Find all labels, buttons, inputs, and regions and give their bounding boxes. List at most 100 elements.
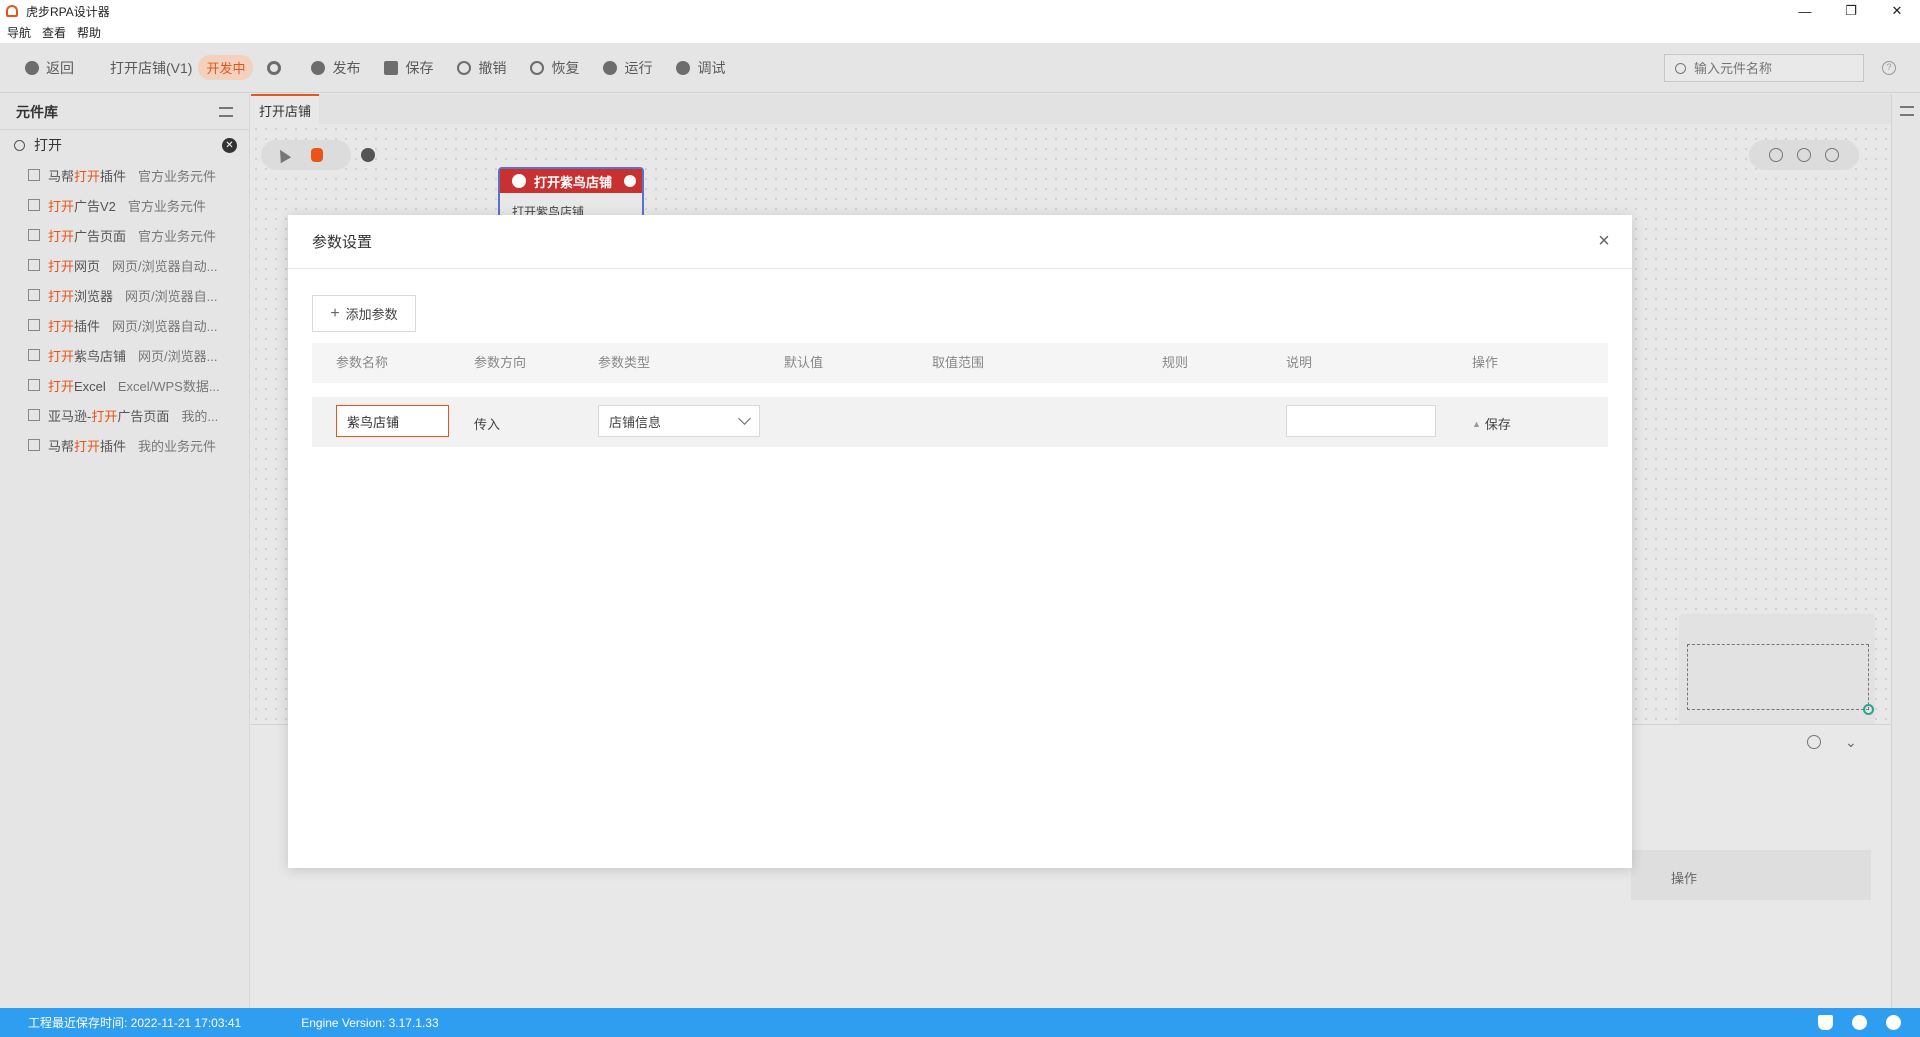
table-row: 传入 店铺信息 ▲ 保存 bbox=[312, 397, 1608, 447]
header-default-value: 默认值 bbox=[784, 355, 824, 370]
list-item[interactable]: 马帮打开插件 官方业务元件 bbox=[0, 160, 249, 190]
list-item[interactable]: 打开紫鸟店铺 网页/浏览器... bbox=[0, 340, 249, 370]
name-prefix: 亚马逊- bbox=[48, 408, 92, 424]
list-item[interactable]: 打开广告V2 官方业务元件 bbox=[0, 190, 249, 220]
project-settings-gear-icon[interactable] bbox=[267, 60, 282, 75]
back-label: 返回 bbox=[46, 59, 74, 76]
clear-search-icon[interactable]: ✕ bbox=[222, 138, 237, 153]
param-name-input[interactable] bbox=[336, 405, 449, 437]
back-button[interactable]: 返回 bbox=[25, 58, 74, 78]
debug-button[interactable]: 调试 bbox=[676, 58, 725, 78]
list-item[interactable]: 马帮打开插件 我的业务元件 bbox=[0, 430, 249, 460]
component-search-input[interactable] bbox=[1694, 60, 1854, 76]
component-name: 马帮打开插件 bbox=[48, 166, 126, 185]
header-param-direction: 参数方向 bbox=[474, 355, 527, 370]
back-arrow-icon bbox=[25, 60, 39, 75]
undo-label: 撤销 bbox=[478, 59, 507, 76]
header-value-range: 取值范围 bbox=[932, 355, 985, 370]
node-title: 打开紫鸟店铺 bbox=[534, 174, 613, 190]
param-type-value: 店铺信息 bbox=[609, 414, 662, 430]
library-search[interactable]: ✕ bbox=[0, 130, 249, 160]
name-suffix: 浏览器 bbox=[74, 288, 114, 304]
component-file-icon bbox=[28, 349, 40, 361]
help-icon[interactable] bbox=[1852, 1015, 1867, 1030]
param-direction: 传入 bbox=[474, 417, 501, 432]
list-item[interactable]: 打开插件 网页/浏览器自动... bbox=[0, 310, 249, 340]
project-name: 打开店铺(V1) bbox=[110, 59, 193, 76]
tab-open-store[interactable]: 打开店铺 bbox=[251, 94, 320, 124]
component-name: 打开网页 bbox=[48, 256, 100, 275]
name-suffix: 插件 bbox=[100, 168, 127, 184]
fit-view-icon[interactable] bbox=[1825, 148, 1839, 162]
name-highlight: 打开 bbox=[48, 378, 75, 394]
zoom-in-icon[interactable] bbox=[1797, 148, 1811, 162]
save-button[interactable]: 保存 bbox=[384, 58, 433, 78]
menu-help[interactable]: 帮助 bbox=[77, 24, 101, 41]
help-icon[interactable]: ? bbox=[1882, 61, 1896, 75]
debug-icon bbox=[676, 60, 691, 75]
toolbar: 返回 打开店铺(V1) 开发中 发布 保存 撤销 恢复 运行 调试 输入元件名称… bbox=[0, 43, 1920, 93]
compass-icon[interactable] bbox=[1807, 735, 1821, 749]
bottom-op-header: 操作 bbox=[1671, 871, 1698, 886]
component-library-panel: 元件库 ✕ 马帮打开插件官方业务元件打开广告V2官方业务元件打开广告页面官方业务… bbox=[0, 94, 250, 1008]
flask-icon[interactable] bbox=[1818, 1015, 1833, 1030]
dialog-header: 参数设置 × bbox=[288, 215, 1632, 269]
component-name: 打开紫鸟店铺 bbox=[48, 346, 126, 365]
component-name: 马帮打开插件 bbox=[48, 436, 126, 455]
info-icon[interactable] bbox=[624, 175, 636, 187]
list-item[interactable]: 亚马逊-打开广告页面 我的... bbox=[0, 400, 249, 430]
restore-icon[interactable]: ❐ bbox=[1828, 0, 1874, 22]
minimap-viewport[interactable] bbox=[1687, 644, 1869, 710]
close-icon[interactable]: × bbox=[1594, 231, 1614, 251]
component-search[interactable] bbox=[1664, 54, 1864, 82]
list-item[interactable]: 打开广告页面 官方业务元件 bbox=[0, 220, 249, 250]
collapse-panel-icon[interactable] bbox=[219, 106, 233, 117]
name-highlight: 打开 bbox=[91, 408, 118, 424]
run-button[interactable]: 运行 bbox=[603, 58, 652, 78]
row-save-button[interactable]: ▲ 保存 bbox=[1472, 414, 1511, 433]
gear-icon[interactable] bbox=[1886, 1015, 1901, 1030]
component-category: 我的业务元件 bbox=[138, 438, 217, 454]
library-search-input[interactable] bbox=[34, 137, 194, 153]
component-name: 打开浏览器 bbox=[48, 286, 113, 305]
component-category: 官方业务元件 bbox=[138, 228, 217, 244]
name-highlight: 打开 bbox=[74, 168, 101, 184]
list-item[interactable]: 打开浏览器 网页/浏览器自... bbox=[0, 280, 249, 310]
param-type-select[interactable]: 店铺信息 bbox=[598, 405, 760, 437]
chevron-down-icon[interactable]: ⌄ bbox=[1845, 734, 1857, 751]
component-name: 打开插件 bbox=[48, 316, 100, 335]
collapse-tools-icon[interactable] bbox=[361, 148, 375, 162]
list-item[interactable]: 打开网页 网页/浏览器自动... bbox=[0, 250, 249, 280]
expand-panel-icon[interactable] bbox=[1900, 106, 1914, 116]
list-item[interactable]: 打开Excel Excel/WPS数据... bbox=[0, 370, 249, 400]
component-file-icon bbox=[28, 259, 40, 271]
chevron-down-icon bbox=[738, 412, 751, 425]
save-label: 保存 bbox=[405, 59, 434, 76]
zoom-out-icon[interactable] bbox=[1769, 148, 1783, 162]
pan-hand-icon[interactable] bbox=[311, 148, 323, 162]
search-icon bbox=[14, 139, 25, 151]
minimize-icon[interactable]: — bbox=[1782, 0, 1828, 22]
undo-button[interactable]: 撤销 bbox=[457, 58, 506, 78]
description-input[interactable] bbox=[1286, 405, 1436, 437]
flag-icon bbox=[512, 174, 526, 188]
close-window-icon[interactable]: ✕ bbox=[1874, 0, 1920, 22]
menu-navigate[interactable]: 导航 bbox=[7, 24, 31, 41]
publish-button[interactable]: 发布 bbox=[311, 58, 360, 78]
minimap-resize-handle[interactable] bbox=[1863, 704, 1874, 715]
menu-view[interactable]: 查看 bbox=[42, 24, 66, 41]
name-suffix: 广告页面 bbox=[117, 408, 170, 424]
save-arrow-icon: ▲ bbox=[1472, 418, 1481, 429]
select-pointer-icon[interactable] bbox=[274, 146, 292, 164]
component-file-icon bbox=[28, 229, 40, 241]
redo-button[interactable]: 恢复 bbox=[530, 58, 579, 78]
window-controls: — ❐ ✕ bbox=[1782, 0, 1920, 22]
dialog-title: 参数设置 bbox=[312, 234, 373, 251]
name-suffix: 广告V2 bbox=[74, 198, 116, 214]
play-icon bbox=[603, 60, 618, 75]
app-logo-icon bbox=[6, 5, 18, 17]
add-parameter-button[interactable]: + 添加参数 bbox=[312, 295, 416, 332]
row-save-label: 保存 bbox=[1484, 417, 1511, 432]
component-file-icon bbox=[28, 169, 40, 181]
debug-label: 调试 bbox=[697, 59, 726, 76]
